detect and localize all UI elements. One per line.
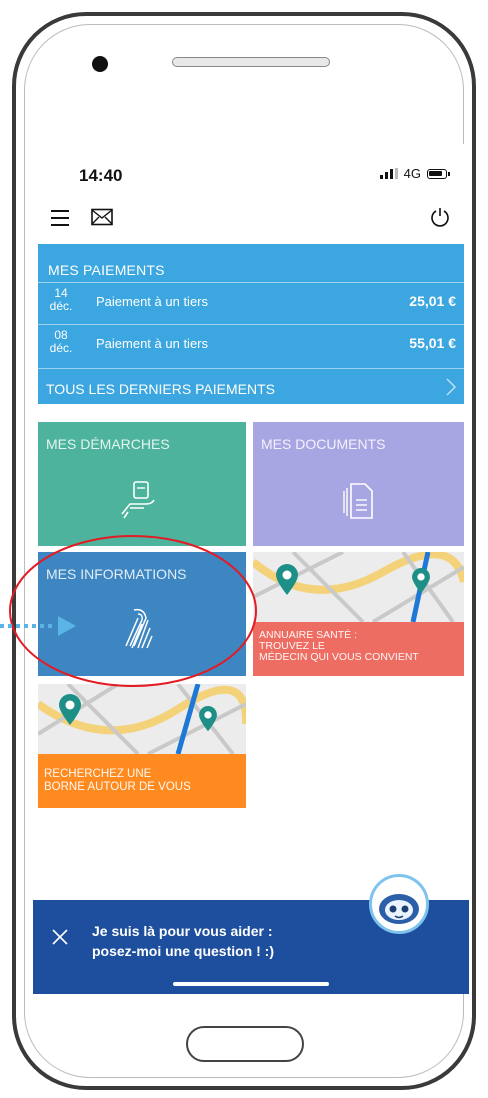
chat-assistant-bar[interactable]: Je suis là pour vous aider : posez-moi un… <box>33 874 469 994</box>
status-time: 14:40 <box>79 166 123 185</box>
battery-icon <box>427 168 450 179</box>
demarches-tile[interactable]: MES DÉMARCHES <box>38 422 246 546</box>
payment-date: 14 déc. <box>49 286 73 313</box>
home-indicator <box>173 982 329 986</box>
annuaire-caption: ANNUAIRE SANTÉ : TROUVEZ LE MÉDECIN QUI VO… <box>259 629 419 663</box>
fingerprint-icon <box>125 608 153 649</box>
close-icon[interactable] <box>51 928 69 946</box>
payment-date: 08 déc. <box>49 328 73 355</box>
borne-search-tile[interactable]: RECHERCHEZ UNE BORNE AUTOUR DE VOUS <box>38 684 246 808</box>
all-payments-label: TOUS LES DERNIERS PAIEMENTS <box>46 381 275 397</box>
payment-amount: 55,01 € <box>409 335 456 351</box>
payment-amount: 25,01 € <box>409 293 456 309</box>
hand-document-icon <box>121 481 155 519</box>
hamburger-menu-icon[interactable] <box>51 210 69 226</box>
demarches-label: MES DÉMARCHES <box>46 436 170 452</box>
envelope-icon[interactable] <box>91 208 113 226</box>
documents-tile[interactable]: MES DOCUMENTS <box>253 422 464 546</box>
chatbot-avatar[interactable] <box>369 874 429 934</box>
map-pin-icon <box>276 564 298 595</box>
map-pin-icon <box>412 568 430 594</box>
earpiece-speaker <box>172 57 330 67</box>
home-button[interactable] <box>186 1026 304 1062</box>
payments-tile[interactable]: MES PAIEMENTS 14 déc. Paiement à un tiers… <box>38 244 464 404</box>
app-bar <box>33 200 469 240</box>
annuaire-sante-tile[interactable]: ANNUAIRE SANTÉ : TROUVEZ LE MÉDECIN QUI VO… <box>253 552 464 676</box>
signal-icon <box>379 168 398 179</box>
payments-title: MES PAIEMENTS <box>48 262 165 278</box>
front-camera <box>92 56 108 72</box>
app-screen: 14:40 4G MES PAIEMENTS 14 déc. Paiement à… <box>33 144 469 994</box>
all-payments-link[interactable]: TOUS LES DERNIERS PAIEMENTS <box>38 368 464 405</box>
informations-label: MES INFORMATIONS <box>46 566 187 582</box>
map-pin-icon <box>199 706 217 732</box>
documents-label: MES DOCUMENTS <box>261 436 386 452</box>
informations-tile[interactable]: MES INFORMATIONS <box>38 552 246 676</box>
power-icon[interactable] <box>429 206 451 228</box>
payment-label: Paiement à un tiers <box>96 294 209 309</box>
chevron-right-icon <box>446 378 456 396</box>
status-bar: 14:40 4G <box>33 144 469 200</box>
payment-row[interactable]: 14 déc. Paiement à un tiers 25,01 € <box>38 282 464 321</box>
chat-prompt: Je suis là pour vous aider : posez-moi un… <box>92 923 274 959</box>
payment-label: Paiement à un tiers <box>96 336 209 351</box>
robot-face-icon <box>379 894 419 924</box>
borne-caption: RECHERCHEZ UNE BORNE AUTOUR DE VOUS <box>44 768 191 793</box>
network-type: 4G <box>403 166 421 181</box>
status-indicators: 4G <box>379 166 450 181</box>
payment-row[interactable]: 08 déc. Paiement à un tiers 55,01 € <box>38 324 464 363</box>
documents-icon <box>343 483 373 519</box>
map-pin-icon <box>59 694 81 725</box>
